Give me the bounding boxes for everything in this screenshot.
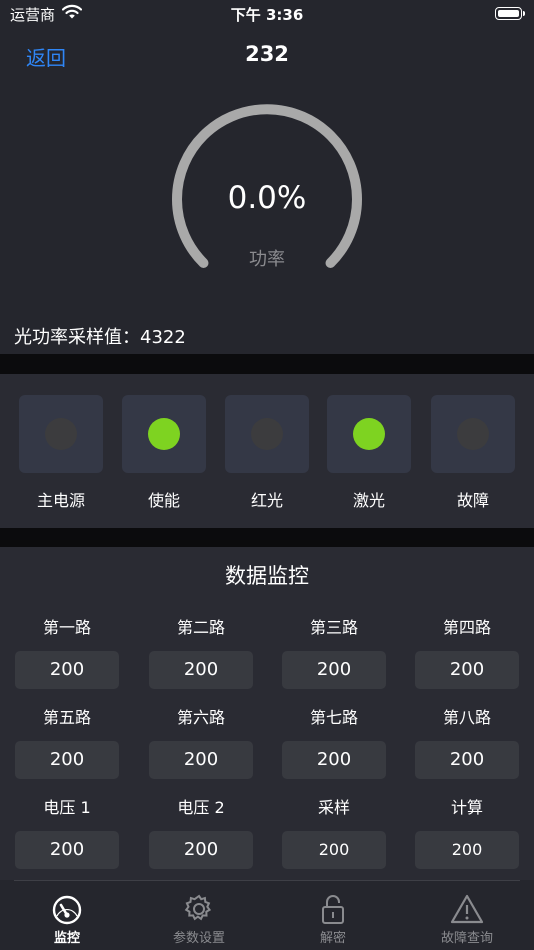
channel-label: 第七路 bbox=[309, 708, 358, 727]
gauge-value: 0.0% bbox=[227, 180, 307, 216]
gear-icon bbox=[184, 894, 212, 921]
indicator-enable: 使能 bbox=[122, 395, 206, 511]
sample-label: 采样 bbox=[317, 798, 350, 817]
indicator-label: 主电源 bbox=[36, 491, 85, 510]
calc-label: 计算 bbox=[450, 798, 483, 817]
tab-monitor[interactable]: 监控 bbox=[12, 893, 122, 946]
voltage-2-value: 200 bbox=[149, 831, 253, 869]
tab-parameter-settings[interactable]: 参数设置 bbox=[144, 893, 254, 946]
status-light bbox=[45, 418, 77, 450]
page-title: 232 bbox=[245, 42, 289, 66]
sample-label: 光功率采样值： bbox=[14, 327, 140, 348]
section-divider bbox=[0, 354, 534, 374]
indicator-laser: 激光 bbox=[327, 395, 411, 511]
channel-value: 200 bbox=[15, 651, 119, 689]
channel-value: 200 bbox=[149, 651, 253, 689]
voltage-1-label: 电压 1 bbox=[43, 798, 91, 817]
tab-label: 解密 bbox=[319, 931, 346, 946]
channel-value: 200 bbox=[149, 741, 253, 779]
voltage-1-value: 200 bbox=[15, 831, 119, 869]
sample-readout: 光功率采样值：4322 bbox=[14, 323, 186, 349]
status-light bbox=[353, 418, 385, 450]
channel-value: 200 bbox=[15, 741, 119, 779]
indicator-label: 故障 bbox=[456, 491, 489, 510]
sample-value-box: 200 bbox=[282, 831, 386, 869]
channel-label: 第二路 bbox=[176, 618, 225, 637]
calc-value: 200 bbox=[415, 831, 519, 869]
channel-label: 第六路 bbox=[176, 708, 225, 727]
lock-icon bbox=[322, 895, 344, 924]
status-light bbox=[251, 418, 283, 450]
section-divider bbox=[0, 528, 534, 547]
channel-label: 第四路 bbox=[442, 618, 491, 637]
indicator-label: 使能 bbox=[147, 491, 180, 510]
sample-value: 4322 bbox=[140, 327, 186, 348]
tab-fault-query[interactable]: 故障查询 bbox=[412, 893, 522, 946]
tab-label: 故障查询 bbox=[440, 931, 493, 946]
status-time: 下午 3:36 bbox=[230, 6, 304, 24]
indicator-label: 红光 bbox=[250, 491, 283, 510]
tab-bar-divider bbox=[14, 880, 520, 881]
section-title: 数据监控 bbox=[225, 564, 309, 588]
channel-value: 200 bbox=[282, 741, 386, 779]
tab-label: 参数设置 bbox=[172, 931, 225, 946]
voltage-2-label: 电压 2 bbox=[177, 798, 225, 817]
gauge-label: 功率 bbox=[249, 249, 285, 270]
gauge-icon bbox=[52, 895, 82, 925]
indicator-fault: 故障 bbox=[431, 395, 515, 511]
channel-value: 200 bbox=[415, 651, 519, 689]
status-light bbox=[457, 418, 489, 450]
indicator-main-power: 主电源 bbox=[19, 395, 103, 511]
channel-label: 第一路 bbox=[42, 618, 91, 637]
channel-label: 第五路 bbox=[42, 708, 91, 727]
channel-value: 200 bbox=[415, 741, 519, 779]
warning-icon bbox=[450, 894, 484, 924]
channel-label: 第三路 bbox=[309, 618, 358, 637]
tab-label: 监控 bbox=[53, 931, 80, 946]
status-light bbox=[148, 418, 180, 450]
channel-value: 200 bbox=[282, 651, 386, 689]
status-bar: 运营商 下午 3:36 bbox=[0, 0, 534, 28]
tab-decrypt[interactable]: 解密 bbox=[278, 893, 388, 946]
channel-label: 第八路 bbox=[442, 708, 491, 727]
indicator-label: 激光 bbox=[352, 491, 385, 510]
indicator-red-light: 红光 bbox=[225, 395, 309, 511]
battery-icon bbox=[495, 7, 525, 20]
